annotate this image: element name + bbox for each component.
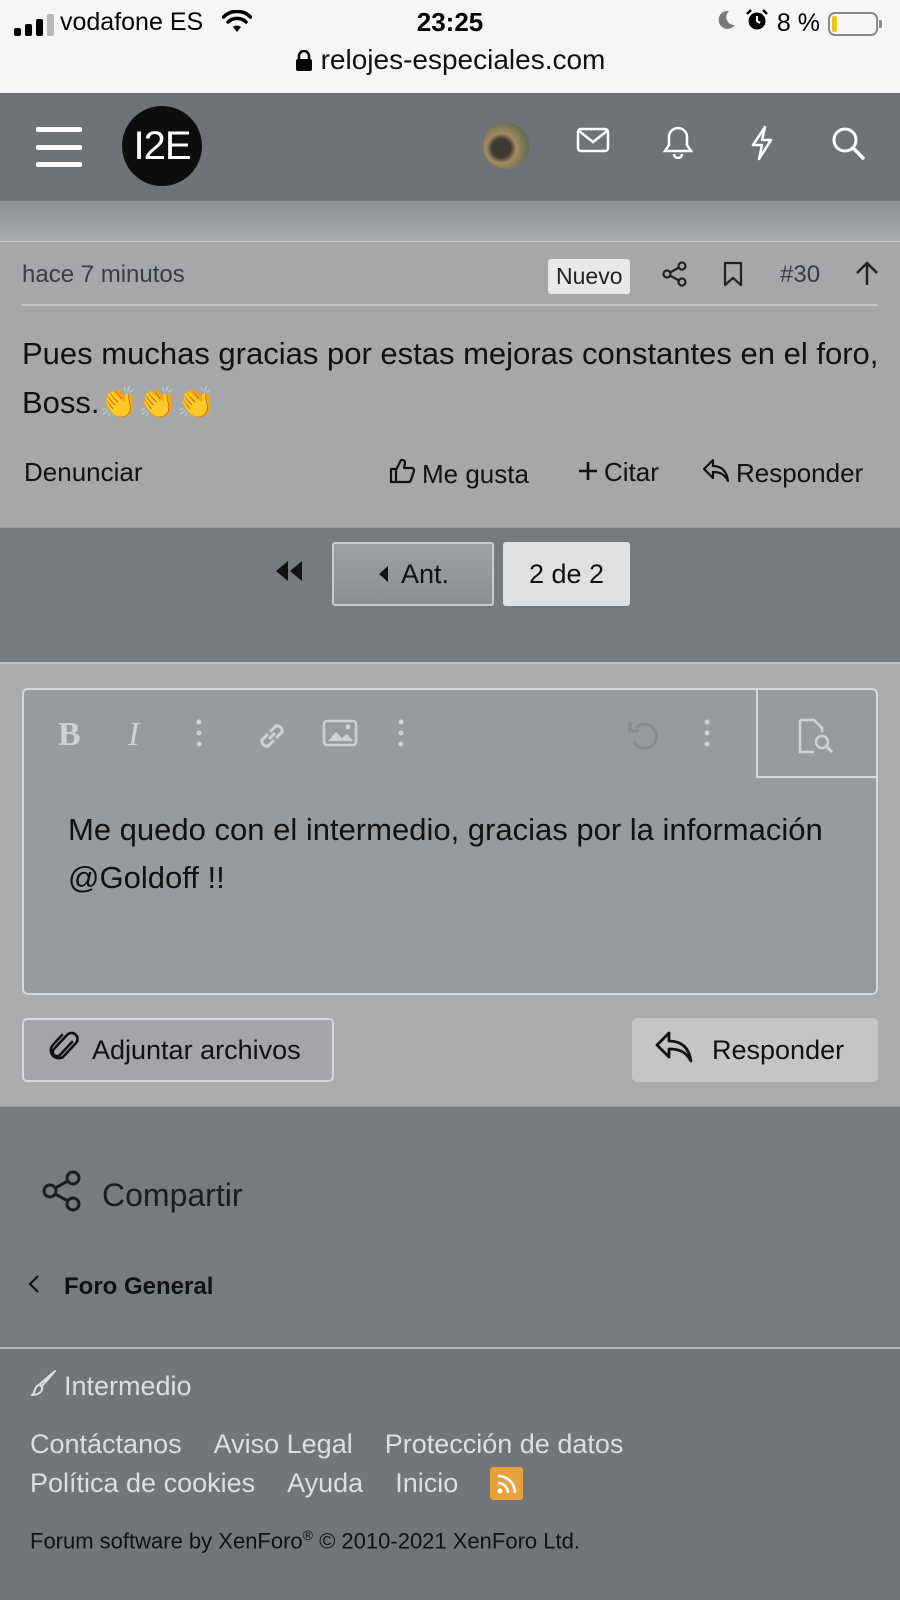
registered-mark: ® (302, 1527, 313, 1543)
menu-icon[interactable] (36, 127, 82, 167)
url-text: relojes-especiales.com (320, 44, 606, 75)
avatar[interactable] (483, 123, 529, 169)
thread-footer: Compartir Foro General (0, 1106, 900, 1347)
address-bar[interactable]: relojes-especiales.com (0, 44, 900, 79)
editor-content[interactable]: Me quedo con el intermedio, gracias por … (68, 806, 828, 902)
share-button[interactable]: Compartir (40, 1169, 242, 1221)
status-bar: vodafone ES 23:25 8 % relojes-especiales… (0, 0, 900, 93)
lock-icon (295, 47, 313, 79)
post-time[interactable]: hace 7 minutos (22, 261, 185, 289)
style-label: Intermedio (64, 1371, 192, 1401)
post-body: Pues muchas gracias por estas mejoras co… (22, 336, 879, 420)
copyright-suffix: © 2010-2021 XenForo Ltd. (313, 1528, 580, 1554)
footer-links-row: Política de cookies Ayuda Inicio (30, 1467, 880, 1500)
preview-icon (796, 718, 836, 759)
footer-link-home[interactable]: Inicio (395, 1468, 458, 1499)
site-footer: Intermedio Contáctanos Aviso Legal Prote… (0, 1347, 900, 1600)
rss-icon[interactable] (490, 1467, 524, 1500)
share-icon (40, 1169, 84, 1221)
thumbs-up-icon (388, 457, 416, 492)
chevron-left-icon (28, 1273, 40, 1301)
attach-label: Adjuntar archivos (92, 1034, 301, 1065)
reply-link[interactable]: Responder (702, 457, 863, 490)
like-label: Me gusta (422, 459, 529, 489)
paperclip-icon (48, 1030, 80, 1071)
prev-label: Ant. (400, 558, 450, 589)
bolt-icon[interactable] (748, 125, 776, 166)
share-label: Compartir (102, 1176, 243, 1213)
report-link[interactable]: Denunciar (24, 457, 143, 488)
more-options-icon[interactable] (398, 718, 404, 753)
footer-link-cookies[interactable]: Política de cookies (30, 1468, 255, 1499)
reply-icon (654, 1030, 694, 1071)
bold-icon[interactable]: B (58, 716, 81, 754)
new-badge: Nuevo (548, 259, 631, 294)
reply-button[interactable]: Responder (632, 1018, 878, 1082)
quote-label: Citar (604, 457, 659, 487)
reply-label: Responder (736, 458, 864, 488)
attach-files-button[interactable]: Adjuntar archivos (22, 1018, 334, 1082)
first-page-icon[interactable] (272, 559, 304, 588)
more-options-icon[interactable] (196, 718, 202, 753)
battery-percent: 8 % (776, 9, 820, 37)
plus-icon (578, 457, 598, 488)
style-chooser[interactable]: Intermedio (30, 1369, 192, 1404)
breadcrumb[interactable]: Foro General (28, 1273, 213, 1301)
editor-toolbar: B I (24, 690, 876, 778)
image-icon[interactable] (322, 718, 358, 753)
more-options-icon[interactable] (704, 718, 710, 753)
preview-toggle[interactable] (756, 690, 876, 778)
site-logo[interactable]: I2E (122, 106, 202, 186)
battery-icon (828, 11, 882, 36)
alarm-icon (745, 8, 769, 39)
footer-links-row: Contáctanos Aviso Legal Protección de da… (30, 1429, 880, 1460)
envelope-icon[interactable] (576, 125, 610, 160)
reply-button-label: Responder (712, 1034, 845, 1065)
reply-editor[interactable]: B I Me quedo con el intermedio, gracias … (22, 688, 878, 995)
arrow-up-icon[interactable] (854, 261, 880, 292)
share-icon[interactable] (662, 261, 688, 292)
prev-page-button[interactable]: Ant. (332, 542, 494, 606)
caret-left-icon (377, 559, 389, 590)
link-icon[interactable] (254, 718, 290, 759)
copyright-prefix[interactable]: Forum software by XenForo (30, 1528, 303, 1553)
reply-icon (702, 457, 730, 490)
footer-link-help[interactable]: Ayuda (287, 1468, 363, 1499)
moon-icon (715, 9, 737, 38)
paintbrush-icon (30, 1369, 58, 1404)
undo-icon[interactable] (626, 718, 662, 759)
footer-link-contact[interactable]: Contáctanos (30, 1429, 182, 1460)
site-header: I2E (0, 93, 900, 201)
footer-link-privacy[interactable]: Protección de datos (385, 1429, 624, 1460)
footer-link-legal[interactable]: Aviso Legal (214, 1429, 353, 1460)
page-indicator[interactable]: 2 de 2 (503, 542, 630, 606)
quick-reply: B I Me quedo con el intermedio, gracias … (0, 662, 900, 1106)
quote-button[interactable]: Citar (578, 457, 659, 488)
post-number[interactable]: #30 (780, 261, 820, 289)
bookmark-icon[interactable] (722, 261, 744, 292)
pagination: Ant. 2 de 2 (0, 527, 900, 662)
italic-icon[interactable]: I (128, 716, 139, 754)
post: hace 7 minutos Nuevo #30 Pues muchas gra… (0, 201, 900, 527)
copyright: Forum software by XenForo® © 2010-2021 X… (30, 1527, 580, 1554)
bell-icon[interactable] (662, 125, 694, 164)
like-button[interactable]: Me gusta (388, 457, 529, 492)
search-icon[interactable] (830, 125, 866, 166)
breadcrumb-label: Foro General (64, 1273, 214, 1300)
